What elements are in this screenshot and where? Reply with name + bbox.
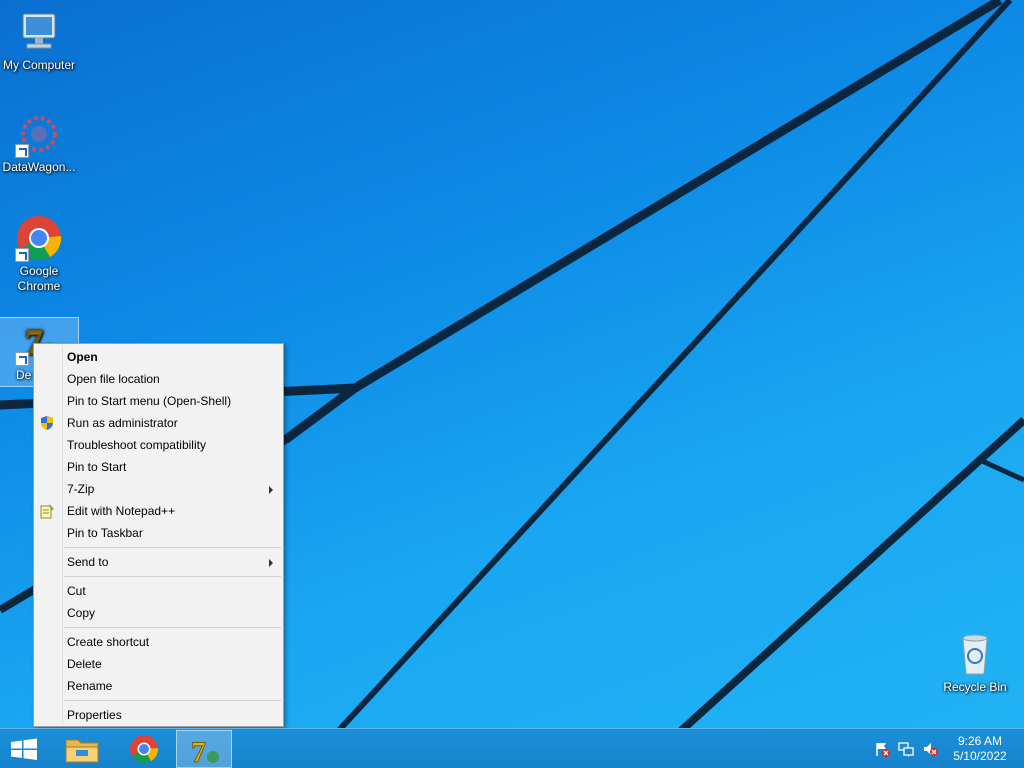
desktop-icon-label: My Computer	[2, 58, 76, 72]
menu-item-open-file-location[interactable]: Open file location	[34, 368, 283, 390]
notepad-plus-plus-icon	[40, 504, 54, 519]
menu-separator	[64, 624, 283, 631]
desktop-icon-datawagon[interactable]: DataWagon...	[0, 110, 78, 175]
menu-item-create-shortcut[interactable]: Create shortcut	[34, 631, 283, 653]
desktop-icon-my-computer[interactable]: My Computer	[0, 8, 78, 73]
desktop-icon-label: DataWagon...	[2, 160, 76, 174]
menu-item-open[interactable]: Open	[34, 346, 283, 368]
menu-item-cut[interactable]: Cut	[34, 580, 283, 602]
menu-item-edit-with-notepad-plus-plus[interactable]: Edit with Notepad++	[34, 500, 283, 522]
chrome-icon	[130, 735, 159, 763]
computer-icon	[15, 8, 63, 56]
taskbar-chrome[interactable]	[116, 730, 172, 768]
menu-item-pin-to-taskbar[interactable]: Pin to Taskbar	[34, 522, 283, 544]
start-button-icon	[11, 738, 37, 760]
submenu-arrow-icon	[269, 486, 273, 494]
menu-item-delete[interactable]: Delete	[34, 653, 283, 675]
datawagon-icon	[15, 110, 63, 158]
menu-item-7zip[interactable]: 7-Zip	[34, 478, 283, 500]
taskbar: 7 9:26 AM 5/10/2022	[0, 728, 1024, 768]
menu-separator	[64, 573, 283, 580]
system-clock[interactable]: 9:26 AM 5/10/2022	[948, 734, 1012, 764]
menu-item-properties[interactable]: Properties	[34, 704, 283, 726]
desktop-icon-label: Recycle Bin	[943, 680, 1007, 694]
start-button[interactable]	[0, 730, 48, 768]
context-menu: Open Open file location Pin to Start men…	[33, 343, 284, 727]
menu-item-run-as-administrator[interactable]: Run as administrator	[34, 412, 283, 434]
menu-item-send-to[interactable]: Send to	[34, 551, 283, 573]
desktop-icon-label: Google Chrome	[17, 264, 61, 293]
desktop-icon-google-chrome[interactable]: Google Chrome	[0, 214, 78, 294]
7zip-icon: 7	[191, 736, 219, 768]
taskbar-7zip[interactable]: 7	[176, 730, 232, 768]
recycle-bin-icon	[951, 630, 999, 678]
submenu-arrow-icon	[269, 559, 273, 567]
desktop-icon-recycle-bin[interactable]: Recycle Bin	[936, 630, 1014, 695]
menu-item-troubleshoot-compatibility[interactable]: Troubleshoot compatibility	[34, 434, 283, 456]
shortcut-arrow-icon	[15, 248, 29, 262]
menu-separator	[64, 697, 283, 704]
action-center-flag-icon[interactable]	[874, 741, 890, 757]
clock-date: 5/10/2022	[953, 749, 1007, 763]
shortcut-arrow-icon	[15, 352, 29, 366]
menu-item-rename[interactable]: Rename	[34, 675, 283, 697]
uac-shield-icon	[41, 416, 53, 430]
svg-text:7: 7	[191, 736, 206, 768]
chrome-icon	[15, 214, 63, 262]
shortcut-arrow-icon	[15, 144, 29, 158]
clock-time: 9:26 AM	[957, 734, 1003, 748]
menu-item-pin-to-start-menu-open-shell[interactable]: Pin to Start menu (Open-Shell)	[34, 390, 283, 412]
network-icon[interactable]	[898, 741, 914, 757]
file-explorer-icon	[65, 739, 99, 763]
taskbar-file-explorer[interactable]	[54, 730, 110, 768]
menu-item-pin-to-start[interactable]: Pin to Start	[34, 456, 283, 478]
menu-separator	[64, 544, 283, 551]
menu-item-copy[interactable]: Copy	[34, 602, 283, 624]
volume-muted-icon[interactable]	[922, 741, 938, 757]
